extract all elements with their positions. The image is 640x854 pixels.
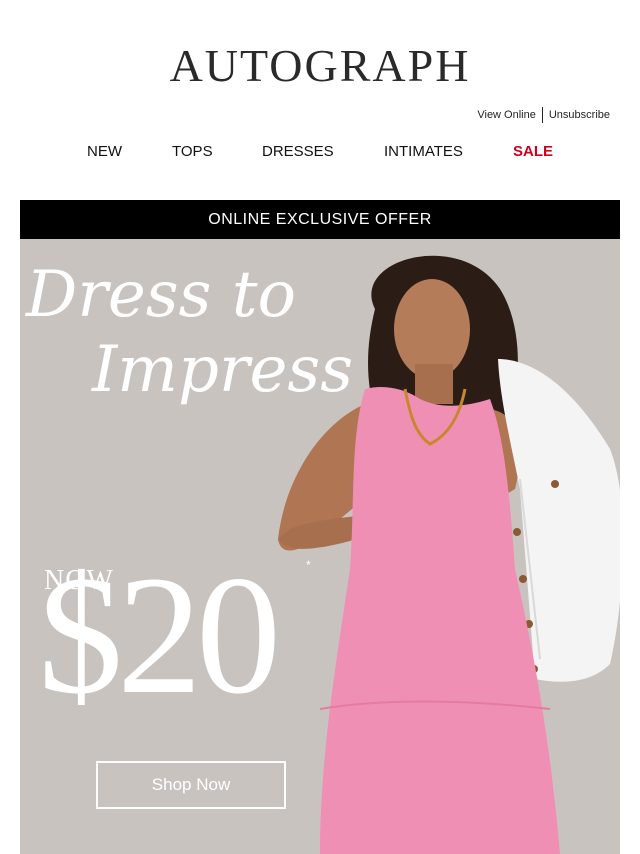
brand-logo[interactable]: AUTOGRAPH <box>0 38 640 94</box>
nav-item-new[interactable]: NEW <box>87 143 122 160</box>
nav-item-sale[interactable]: SALE <box>513 143 553 160</box>
divider <box>541 107 543 123</box>
headline-line1: Dress to <box>26 258 297 332</box>
price-text: $20 <box>38 541 281 729</box>
headline-line2: Impress <box>92 333 354 407</box>
nav-item-dresses[interactable]: DRESSES <box>262 143 334 160</box>
unsubscribe-link[interactable]: Unsubscribe <box>549 109 610 121</box>
nav-item-tops[interactable]: TOPS <box>172 143 213 160</box>
view-online-link[interactable]: View Online <box>477 109 536 121</box>
shop-now-button[interactable]: Shop Now <box>96 761 286 809</box>
offer-banner: ONLINE EXCLUSIVE OFFER <box>20 200 620 239</box>
nav-item-intimates[interactable]: INTIMATES <box>384 143 463 160</box>
asterisk: * <box>306 558 311 572</box>
hero-banner[interactable]: ONLINE EXCLUSIVE OFFER Dress to Impress … <box>20 200 620 854</box>
utility-links: View Online Unsubscribe <box>477 107 610 123</box>
